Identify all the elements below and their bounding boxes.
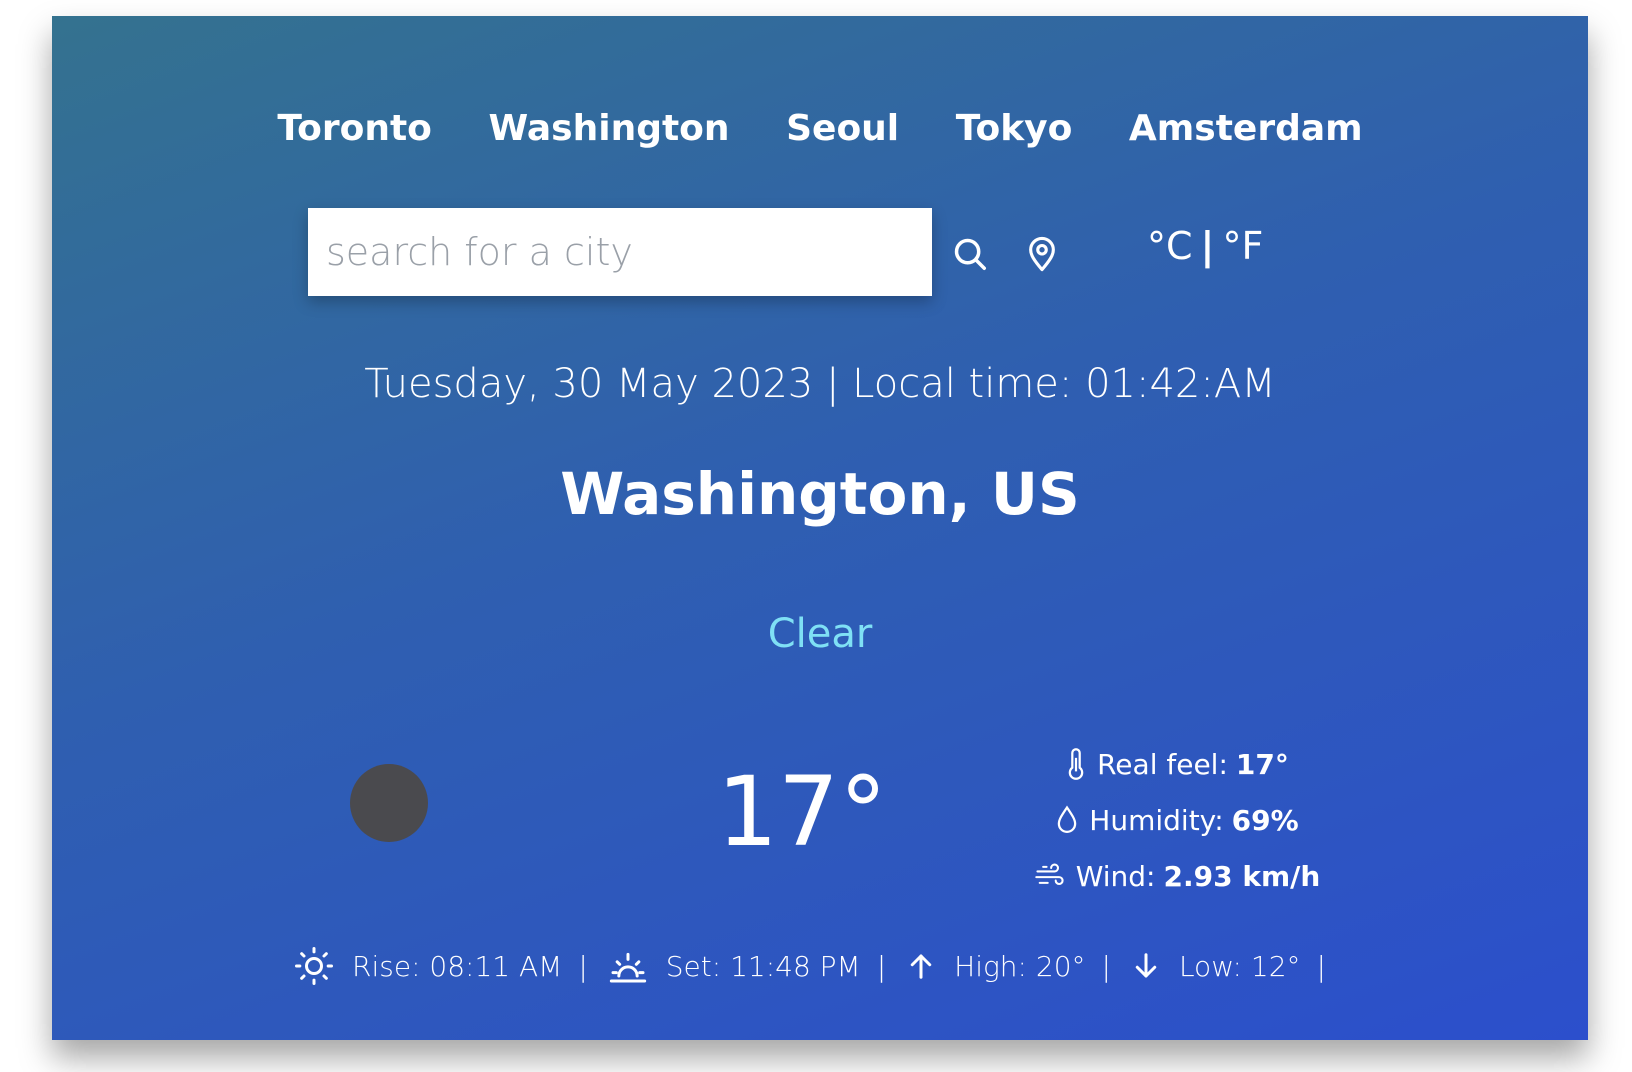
- humidity-row: Humidity: 69%: [1012, 792, 1342, 848]
- sun-temp-summary: Rise: 08:11 AM | Set: 11:48 PM | High: 2…: [52, 946, 1588, 986]
- date-time-text: Tuesday, 30 May 2023 | Local time: 01:42…: [364, 361, 1276, 407]
- separator: |: [1101, 949, 1111, 983]
- weather-icon: [350, 764, 428, 842]
- water-drop-icon: [1058, 805, 1077, 833]
- thermometer-icon: [1068, 748, 1084, 780]
- search-box: [308, 208, 932, 296]
- search-input[interactable]: [324, 229, 916, 275]
- current-temperature: 17°: [716, 756, 888, 868]
- real-feel-label: Real feel:: [1097, 747, 1228, 781]
- low-item: Low: 12°: [1131, 950, 1301, 983]
- sunset-text: Set: 11:48 PM: [665, 949, 861, 983]
- wind-label: Wind:: [1075, 859, 1156, 893]
- city-button-seoul[interactable]: Seoul: [786, 108, 899, 149]
- weather-card: Toronto Washington Seoul Tokyo Amsterdam…: [52, 16, 1588, 1040]
- weather-condition: Clear: [767, 611, 873, 657]
- sunset-item: Set: 11:48 PM: [608, 946, 861, 986]
- top-cities-nav: Toronto Washington Seoul Tokyo Amsterdam: [52, 108, 1588, 149]
- location-pin-icon[interactable]: [1020, 232, 1064, 276]
- sunrise-item: Rise: 08:11 AM: [294, 946, 562, 986]
- real-feel-value: 17°: [1235, 747, 1289, 781]
- humidity-label: Humidity:: [1089, 803, 1224, 837]
- search-icon[interactable]: [948, 232, 992, 276]
- high-temp-text: High: 20°: [954, 949, 1086, 983]
- city-button-tokyo[interactable]: Tokyo: [956, 108, 1073, 149]
- fahrenheit-button[interactable]: °F: [1222, 224, 1263, 268]
- wind-value: 2.93 km/h: [1163, 859, 1321, 893]
- separator: |: [578, 949, 588, 983]
- arrow-down-icon: [1135, 953, 1157, 978]
- low-temp-text: Low: 12°: [1178, 949, 1301, 983]
- sunset-icon: [609, 952, 646, 983]
- unit-toggle: °C | °F: [1147, 224, 1263, 268]
- humidity-value: 69%: [1231, 803, 1299, 837]
- location-title: Washington, US: [560, 460, 1080, 528]
- separator: |: [1316, 949, 1326, 983]
- sunrise-text: Rise: 08:11 AM: [352, 949, 563, 983]
- city-button-amsterdam[interactable]: Amsterdam: [1129, 108, 1363, 149]
- celsius-button[interactable]: °C: [1147, 224, 1193, 268]
- weather-details: Real feel: 17° Humidity: 69% Wind: 2.93 …: [1012, 736, 1342, 904]
- arrow-up-icon: [910, 954, 932, 979]
- city-button-toronto[interactable]: Toronto: [277, 108, 432, 149]
- separator: |: [876, 949, 887, 983]
- real-feel-row: Real feel: 17°: [1012, 736, 1342, 792]
- wind-row: Wind: 2.93 km/h: [1012, 848, 1342, 904]
- sun-icon: [295, 947, 334, 985]
- city-button-washington[interactable]: Washington: [488, 108, 729, 149]
- high-item: High: 20°: [906, 949, 1086, 983]
- wind-icon: [1034, 863, 1064, 885]
- unit-separator: |: [1200, 224, 1215, 268]
